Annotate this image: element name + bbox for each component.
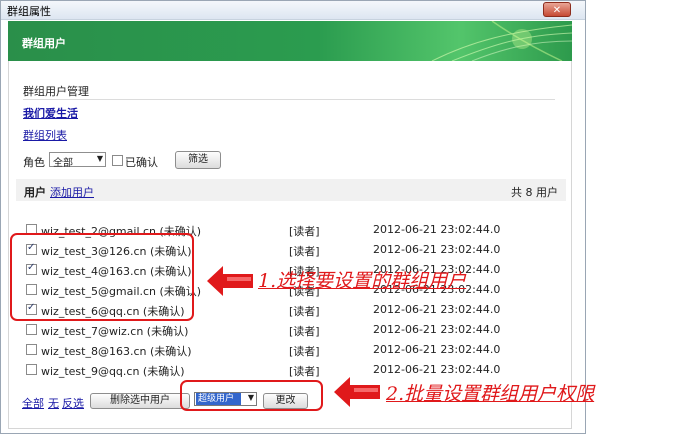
role-select[interactable]: 全部 ▼	[49, 152, 106, 169]
group-list-link[interactable]: 群组列表	[23, 127, 67, 143]
banner-title: 群组用户	[22, 37, 66, 50]
left-arrow-icon	[334, 377, 380, 407]
user-email: wiz_test_8@163.cn (未确认)	[41, 345, 192, 358]
title-bar: 群组属性 ✕	[1, 1, 585, 20]
add-user-link[interactable]: 添加用户	[50, 184, 94, 200]
user-role: [读者]	[289, 345, 320, 358]
user-checkbox[interactable]	[26, 364, 37, 375]
step1-annotation: 1.选择要设置的群组用户	[258, 270, 467, 292]
step2-annotation: 2.批量设置群组用户权限	[386, 383, 595, 405]
banner-decoration-icon	[431, 21, 572, 61]
user-checkbox[interactable]	[26, 324, 37, 335]
section-title: 群组用户管理	[23, 85, 89, 98]
role-label: 角色	[23, 156, 45, 169]
delete-selected-button[interactable]: 删除选中用户	[90, 393, 190, 409]
confirmed-checkbox[interactable]	[112, 155, 123, 166]
user-time: 2012-06-21 23:02:44.0	[373, 303, 501, 316]
divider	[23, 99, 555, 100]
chevron-down-icon: ▼	[96, 154, 103, 163]
user-role: [读者]	[289, 305, 320, 318]
user-role: [读者]	[289, 225, 320, 238]
user-row: wiz_test_8@163.cn (未确认) [读者] 2012-06-21 …	[23, 341, 523, 361]
invert-selection-link[interactable]: 反选	[62, 395, 84, 411]
user-time: 2012-06-21 23:02:44.0	[373, 243, 501, 256]
selection-highlight-box	[10, 233, 194, 321]
group-properties-window: 群组属性 ✕ 群组用户 群组用户管理 我们爱生活 群组列表 角色 全部 ▼ 已确…	[0, 0, 586, 434]
role-select-value: 全部	[53, 158, 73, 169]
user-role: [读者]	[289, 325, 320, 338]
user-time: 2012-06-21 23:02:44.0	[373, 323, 501, 336]
confirmed-label: 已确认	[125, 156, 158, 169]
permission-highlight-box	[180, 380, 323, 411]
user-email: wiz_test_9@qq.cn (未确认)	[41, 365, 185, 378]
user-checkbox[interactable]	[26, 344, 37, 355]
role-filter-row: 角色 全部 ▼ 已确认 筛选	[23, 150, 323, 170]
user-time: 2012-06-21 23:02:44.0	[373, 343, 501, 356]
left-arrow-icon	[207, 266, 253, 296]
close-button[interactable]: ✕	[543, 2, 571, 17]
user-row: wiz_test_9@qq.cn (未确认) [读者] 2012-06-21 2…	[23, 361, 523, 381]
group-name-link[interactable]: 我们爱生活	[23, 105, 78, 121]
user-email: wiz_test_7@wiz.cn (未确认)	[41, 325, 189, 338]
user-time: 2012-06-21 23:02:44.0	[373, 223, 501, 236]
select-none-link[interactable]: 无	[48, 395, 59, 411]
user-time: 2012-06-21 23:02:44.0	[373, 363, 501, 376]
users-label: 用户	[24, 186, 46, 199]
window-title: 群组属性	[7, 5, 51, 18]
filter-button[interactable]: 筛选	[175, 151, 221, 169]
user-count: 共 8 用户	[511, 186, 558, 199]
banner: 群组用户	[8, 21, 572, 61]
user-role: [读者]	[289, 365, 320, 378]
users-header-bar: 用户 添加用户 共 8 用户	[16, 179, 566, 201]
user-role: [读者]	[289, 245, 320, 258]
select-all-link[interactable]: 全部	[22, 395, 44, 411]
close-icon: ✕	[552, 5, 562, 16]
user-row: wiz_test_7@wiz.cn (未确认) [读者] 2012-06-21 …	[23, 321, 523, 341]
